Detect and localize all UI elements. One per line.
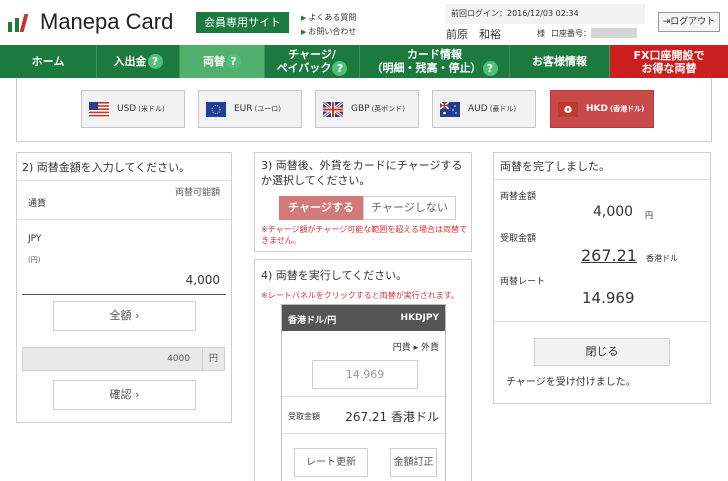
currency-button-aud[interactable]: AUD (豪ドル) — [432, 90, 536, 128]
available-amount-value: 4,000 — [185, 273, 220, 287]
all-amount-button[interactable]: 全額 › — [53, 301, 196, 331]
faq-link[interactable]: ▶ よくある質問 — [301, 11, 356, 25]
received-amount-value: 267.21 香港ドル — [345, 410, 439, 424]
help-icon[interactable]: ? — [147, 54, 163, 69]
logout-button[interactable]: ⇥ログアウト — [658, 12, 720, 32]
currency-pair-code: HKDJPY — [400, 313, 439, 323]
nav-item-home[interactable]: ホーム — [0, 45, 97, 78]
currency-button-usd[interactable]: USD (米ドル) — [81, 90, 185, 128]
charge-accepted-message: チャージを受け付けました。 — [506, 377, 636, 388]
nav-item-customer-info[interactable]: お客様情報 — [510, 45, 610, 78]
uk-flag-icon — [323, 101, 343, 117]
au-flag-icon — [440, 101, 460, 117]
account-number-masked — [591, 28, 637, 38]
rate-display[interactable]: 14.969 — [312, 360, 418, 389]
nav-item-deposit-withdraw[interactable]: 入出金? — [97, 45, 180, 78]
update-rate-button[interactable]: レート更新 — [294, 448, 368, 477]
contact-link[interactable]: ▶ お問い合わせ — [301, 25, 356, 39]
user-name: 前原 和裕 — [446, 28, 501, 41]
exchange-amount-value: 4,000 — [593, 204, 634, 220]
step2-title: 2) 両替金額を入力してください。 — [22, 161, 191, 174]
nav-item-exchange[interactable]: 両替? — [180, 45, 265, 78]
nav-item-card-info[interactable]: カード情報 （明細・残高・停止）? — [360, 45, 510, 78]
currency-label: 通貨 — [28, 199, 47, 209]
user-honorific: 様 — [537, 29, 545, 38]
triangle-icon: ▶ — [301, 14, 307, 22]
rate-value: 14.969 — [582, 289, 635, 307]
currency-code: JPY — [28, 234, 42, 244]
input-unit-label: 円 — [203, 347, 225, 371]
no-charge-option-button[interactable]: チャージしない — [363, 196, 456, 220]
nav-item-charge-payback[interactable]: チャージ/ペイバック? — [265, 45, 360, 78]
help-links: ▶ よくある質問 ▶ お問い合わせ — [301, 11, 356, 39]
currency-button-hkd[interactable]: HKD (香港ドル) — [550, 90, 654, 128]
confirm-button[interactable]: 確認 › — [53, 380, 196, 410]
received-value-link[interactable]: 267.21 — [581, 246, 637, 265]
available-amount-label: 両替可能額 — [174, 188, 220, 198]
rate-label: 両替レート — [500, 277, 546, 287]
charge-limit-note: ※チャージ額がチャージ可能な範囲を超える場合は両替できません。 — [261, 225, 467, 245]
received-unit: 香港ドル — [646, 254, 678, 263]
triangle-icon: ▶ — [301, 28, 307, 36]
step2-panel: 2) 両替金額を入力してください。 両替可能額 通貨 JPY (円) 4,000… — [16, 152, 232, 423]
currency-button-eur[interactable]: EUR (ユーロ) — [198, 90, 302, 128]
us-flag-icon — [89, 101, 109, 117]
currency-unit: (円) — [28, 256, 41, 264]
correct-amount-button[interactable]: 金額訂正 — [390, 448, 437, 477]
currency-selector: USD(米ドル) EUR(ユーロ) GBP(英ポンド) AUD(豪ドル) — [16, 78, 712, 142]
exchange-amount-input[interactable]: 4000 — [22, 347, 203, 371]
charge-option-button[interactable]: チャージする — [279, 196, 363, 220]
received-label: 受取金額 — [500, 234, 537, 244]
eu-flag-icon — [206, 101, 226, 117]
currency-pair-name: 香港ドル/円 — [288, 316, 337, 326]
logo-text[interactable]: Manepa Card — [40, 9, 173, 35]
received-amount-label: 受取金額 — [288, 412, 320, 421]
exchange-amount-label: 両替金額 — [500, 192, 537, 202]
help-icon[interactable]: ? — [226, 54, 241, 69]
last-login-info: 前回ログイン：2016/12/03 02:34 — [445, 4, 645, 24]
header: Manepa Card 会員専用サイト ▶ よくある質問 ▶ お問い合わせ 前回ログ… — [0, 0, 728, 45]
logo-mark-icon — [8, 12, 36, 32]
rate-panel-header: 香港ドル/円 HKDJPY — [282, 305, 445, 331]
currency-button-gbp[interactable]: GBP (英ポンド) — [315, 90, 419, 128]
step4-panel: 4) 両替を実行してください。 ※レートパネルをクリックすると両替が実行されます… — [254, 259, 472, 481]
hk-flag-icon — [558, 101, 578, 117]
step3-title: 3) 両替後、外貨をカードにチャージするか選択してください。 — [261, 159, 463, 187]
rate-panel-note: ※レートパネルをクリックすると両替が実行されます。 — [261, 291, 459, 300]
member-badge: 会員専用サイト — [196, 12, 289, 33]
nav-item-fx-account[interactable]: FX口座開設で お得な両替 — [610, 45, 728, 78]
step4-title: 4) 両替を実行してください。 — [261, 269, 408, 282]
account-number-label: 口座番号： — [551, 29, 591, 38]
exchange-direction: 円貨 ▸ 外貨 — [392, 343, 439, 353]
main-nav: ホーム 入出金? 両替? チャージ/ペイバック? カード情報 （明細・残高・停止）… — [0, 45, 728, 78]
complete-title: 両替を完了しました。 — [500, 160, 610, 173]
rate-panel[interactable]: 香港ドル/円 HKDJPY 円貨 ▸ 外貨 14.969 受取金額 267.21… — [281, 304, 446, 481]
exchange-amount-unit: 円 — [645, 211, 653, 220]
help-icon[interactable]: ? — [332, 60, 348, 76]
complete-panel: 両替を完了しました。 両替金額 4,000 円 受取金額 267.21 香港ドル… — [493, 152, 711, 404]
help-icon[interactable]: ? — [482, 60, 498, 76]
step3-panel: 3) 両替後、外貨をカードにチャージするか選択してください。 チャージする チャ… — [254, 152, 472, 252]
close-button[interactable]: 閉じる — [534, 338, 670, 366]
